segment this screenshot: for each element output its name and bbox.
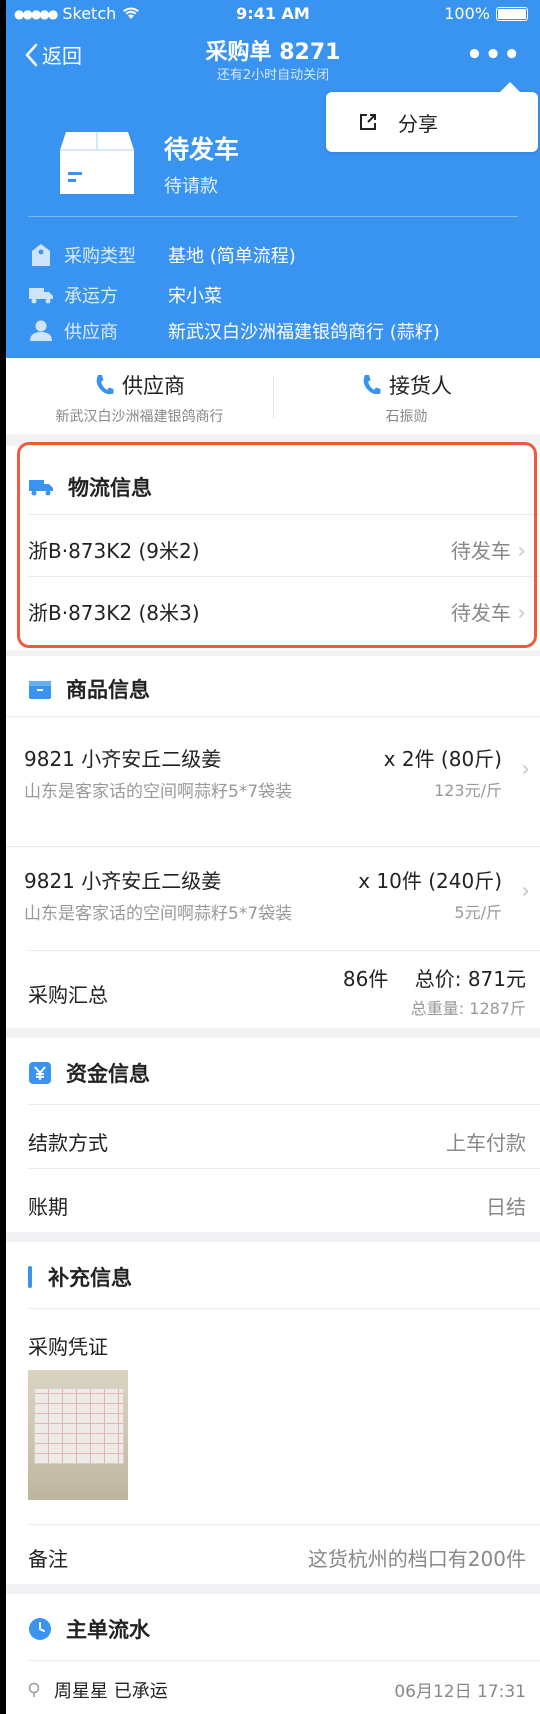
receipt-image (34, 1388, 124, 1464)
summary-total: 总价: 871元 (414, 967, 526, 991)
summary-count: 86件 (342, 967, 389, 991)
info-value: 基地 (简单流程) (168, 246, 296, 267)
funds-label: 账期 (28, 1195, 68, 1219)
share-menu: 分享 (326, 82, 538, 152)
location-pin-icon (28, 1682, 40, 1697)
summary-label: 采购汇总 (28, 983, 108, 1007)
purchase-summary: 采购汇总 86件 总价: 871元 总重量: 1287斤 (28, 950, 540, 1029)
clock-icon (29, 1618, 51, 1640)
flow-text: 周星星 已承运 (54, 1681, 168, 1702)
section-title: 资金信息 (66, 1062, 150, 1086)
order-status-title: 待发车 (164, 135, 240, 164)
goods-quantity: x 2件 (80斤) (383, 747, 502, 771)
goods-name: 9821 小齐安丘二级姜 (24, 869, 222, 893)
flow-header: 主单流水 (28, 1614, 150, 1644)
info-label: 承运方 (64, 286, 118, 307)
section-title: 商品信息 (66, 678, 150, 702)
info-value: 新武汉白沙洲福建银鸽商行 (蒜籽) (168, 322, 440, 343)
remark-value: 这货杭州的档口有200件 (307, 1547, 526, 1571)
contact-title: 供应商 (122, 374, 185, 398)
voucher-label: 采购凭证 (28, 1335, 108, 1359)
voucher-photo[interactable] (28, 1370, 128, 1500)
yen-icon (29, 1062, 51, 1084)
goods-section: 商品信息 9821 小齐安丘二级姜 山东是客家话的空间啊蒜籽5*7袋装 x 2件… (6, 656, 540, 1028)
summary-weight: 总重量: 1287斤 (410, 999, 526, 1018)
share-icon (360, 114, 376, 130)
contact-subtitle: 石振勋 (385, 409, 428, 425)
funds-value: 日结 (486, 1195, 526, 1219)
person-icon (28, 318, 54, 344)
section-title: 补充信息 (48, 1266, 132, 1290)
share-menu-item[interactable]: 分享 (398, 108, 438, 137)
funds-label: 结款方式 (28, 1131, 108, 1155)
goods-spec: 山东是客家话的空间啊蒜籽5*7袋装 (24, 904, 293, 924)
more-icon[interactable]: ••• (466, 40, 522, 70)
battery-percent: 100% (444, 4, 490, 23)
flow-section: 主单流水 周星星 已承运 06月12日 17:31 (6, 1594, 540, 1714)
contact-title: 接货人 (389, 374, 452, 398)
funds-header: 资金信息 (28, 1058, 150, 1088)
chevron-right-icon: › (521, 879, 530, 904)
info-row-purchase-type: 采购类型 基地 (简单流程) (28, 242, 296, 268)
goods-name: 9821 小齐安丘二级姜 (24, 747, 222, 771)
goods-unit-price: 123元/斤 (434, 781, 502, 800)
chevron-right-icon: › (521, 757, 530, 782)
flow-time: 06月12日 17:31 (394, 1682, 526, 1702)
page-title: 采购单 8271 (205, 40, 341, 65)
goods-item[interactable]: 9821 小齐安丘二级姜 山东是客家话的空间啊蒜籽5*7袋装 x 10件 (24… (6, 846, 540, 951)
battery-icon (496, 6, 528, 21)
tag-icon (28, 242, 54, 268)
goods-unit-price: 5元/斤 (454, 903, 502, 922)
goods-item[interactable]: 9821 小齐安丘二级姜 山东是客家话的空间啊蒜籽5*7袋装 x 2件 (80斤… (6, 716, 540, 847)
info-row-supplier: 供应商 新武汉白沙洲福建银鸽商行 (蒜籽) (28, 318, 440, 344)
status-bar: ●●●●● Sketch 9:41 AM 100% (6, 0, 540, 28)
funds-row-payment: 结款方式 上车付款 (28, 1104, 540, 1169)
order-header: ●●●●● Sketch 9:41 AM 100% 返回 采购单 8271 还有… (6, 0, 540, 358)
remark-row: 备注 这货杭州的档口有200件 (28, 1524, 540, 1585)
phone-icon (363, 375, 381, 395)
funds-row-term: 账期 日结 (28, 1168, 540, 1233)
contact-bar: 供应商 新武汉白沙洲福建银鸽商行 接货人 石振勋 (6, 358, 540, 434)
section-accent (28, 1266, 32, 1288)
page-subtitle: 还有2小时自动关闭 (216, 68, 330, 83)
box-icon (60, 132, 134, 194)
goods-quantity: x 10件 (240斤) (358, 869, 502, 893)
remark-label: 备注 (28, 1547, 68, 1571)
flow-item: 周星星 已承运 06月12日 17:31 (28, 1660, 540, 1714)
info-row-carrier: 承运方 宋小菜 (28, 282, 222, 308)
page: ●●●●● Sketch 9:41 AM 100% 返回 采购单 8271 还有… (6, 0, 540, 1714)
divider (28, 216, 518, 217)
goods-header: 商品信息 (28, 674, 150, 704)
contact-subtitle: 新武汉白沙洲福建银鸽商行 (55, 409, 224, 425)
goods-spec: 山东是客家话的空间啊蒜籽5*7袋装 (24, 782, 293, 802)
extra-header: 补充信息 (28, 1262, 132, 1292)
info-label: 采购类型 (64, 246, 136, 267)
contact-supplier-button[interactable]: 供应商 新武汉白沙洲福建银鸽商行 (6, 358, 273, 434)
contact-receiver-button[interactable]: 接货人 石振勋 (273, 358, 540, 434)
section-title: 主单流水 (66, 1618, 150, 1642)
info-value: 宋小菜 (168, 286, 222, 307)
truck-icon (28, 282, 54, 308)
package-icon (29, 681, 51, 699)
funds-section: 资金信息 结款方式 上车付款 账期 日结 (6, 1038, 540, 1232)
phone-icon (96, 375, 114, 395)
funds-value: 上车付款 (446, 1131, 526, 1155)
info-label: 供应商 (64, 322, 118, 343)
highlight-box (17, 442, 537, 648)
order-status-subtitle: 待请款 (164, 176, 218, 197)
